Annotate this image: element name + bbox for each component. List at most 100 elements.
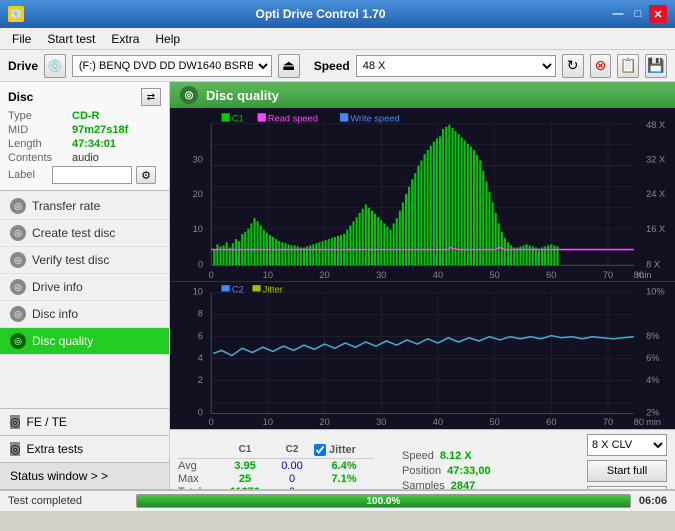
total-label: Total [178,486,218,489]
chart1-container: 0 10 20 30 0 10 20 30 40 50 60 70 80 min [170,108,675,282]
svg-text:60: 60 [546,270,556,280]
svg-text:10: 10 [193,224,203,234]
svg-text:30: 30 [193,154,203,164]
status-time: 06:06 [639,495,667,507]
avg-jitter: 6.4% [314,460,374,472]
eject-button[interactable]: ⏏ [278,54,300,78]
avg-c1: 3.95 [220,460,270,472]
disc-quality-icon: ◎ [10,333,26,349]
svg-text:40: 40 [433,417,443,427]
col-c2: C2 [272,444,312,456]
start-full-button[interactable]: Start full [587,460,667,482]
speed-selector[interactable]: 48 X [356,55,556,77]
minimize-button[interactable]: — [609,5,627,23]
sidebar-item-fe-te[interactable]: ◎ FE / TE [0,408,169,436]
sidebar-item-label: Drive info [32,280,83,294]
chart2-container: 0 2 4 6 8 10 0 10 20 30 40 50 60 70 80 [170,282,675,429]
svg-text:40: 40 [433,270,443,280]
verify-test-disc-icon: ◎ [10,252,26,268]
sidebar: Disc ⇄ Type CD-R MID 97m27s18f Length 47… [0,82,170,489]
drive-label: Drive [8,59,38,73]
col-empty [178,444,218,456]
svg-text:70: 70 [603,270,613,280]
menubar: File Start test Extra Help [0,28,675,50]
svg-text:8%: 8% [646,331,659,341]
avg-label: Avg [178,460,218,472]
close-button[interactable]: ✕ [649,5,667,23]
sidebar-item-label: Disc info [32,307,78,321]
svg-text:32 X: 32 X [646,154,666,164]
copy-button[interactable]: 📋 [617,54,639,78]
extra-tests-icon: ◎ [10,442,20,456]
disc-info-icon: ◎ [10,306,26,322]
sidebar-item-label: Transfer rate [32,199,100,213]
sidebar-item-drive-info[interactable]: ◎ Drive info [0,274,169,301]
disc-quality-header: ◎ Disc quality [170,82,675,108]
app-title: Opti Drive Control 1.70 [32,7,609,21]
disc-quality-title: Disc quality [206,88,279,103]
drive-selector[interactable]: (F:) BENQ DVD DD DW1640 BSRB [72,55,272,77]
extra-tests-label: Extra tests [26,442,83,456]
sidebar-item-create-test-disc[interactable]: ◎ Create test disc [0,220,169,247]
svg-text:Write speed: Write speed [350,114,399,124]
total-c1: 11270 [220,486,270,489]
sidebar-item-label: Create test disc [32,226,115,240]
clv-selector[interactable]: 8 X CLV [587,434,667,456]
sidebar-item-transfer-rate[interactable]: ◎ Transfer rate [0,193,169,220]
maximize-button[interactable]: □ [629,5,647,23]
svg-text:20: 20 [193,189,203,199]
sidebar-item-disc-info[interactable]: ◎ Disc info [0,301,169,328]
refresh-button[interactable]: ↻ [562,54,584,78]
menu-file[interactable]: File [4,30,39,48]
disc-quality-icon-header: ◎ [180,86,198,104]
svg-text:6: 6 [198,331,203,341]
disc-info-panel: Disc ⇄ Type CD-R MID 97m27s18f Length 47… [0,82,169,191]
progress-label: 100.0% [366,496,400,507]
svg-text:10: 10 [263,417,273,427]
max-c2: 0 [272,473,312,485]
drive-icon: 💿 [44,54,66,78]
sidebar-item-extra-tests[interactable]: ◎ Extra tests [0,436,169,462]
drive-info-icon: ◎ [10,279,26,295]
svg-text:70: 70 [603,417,613,427]
total-c2: 0 [272,486,312,489]
svg-text:C2: C2 [232,284,244,294]
position-label: Position [402,465,441,477]
transfer-rate-icon: ◎ [10,198,26,214]
sidebar-item-disc-quality[interactable]: ◎ Disc quality [0,328,169,355]
svg-text:50: 50 [489,270,499,280]
mid-label: MID [8,124,68,136]
menu-start-test[interactable]: Start test [39,30,103,48]
mid-value: 97m27s18f [72,124,128,136]
max-label: Max [178,473,218,485]
save-button[interactable]: 💾 [645,54,667,78]
fe-te-label: FE / TE [26,415,66,429]
speed-value: 8.12 X [440,450,472,462]
position-value: 47:33,00 [447,465,490,477]
max-jitter: 7.1% [314,473,374,485]
app-icon: 💿 [8,6,24,22]
col-c1: C1 [220,444,270,456]
svg-text:Read speed: Read speed [268,114,318,124]
disc-eject-button[interactable]: ⇄ [141,88,161,106]
disc-label-input[interactable] [52,166,132,184]
svg-text:min: min [646,417,661,427]
disc-label-label: Label [8,169,48,181]
start-part-button[interactable]: Start part [587,486,667,489]
label-settings-icon[interactable]: ⚙ [136,166,156,184]
right-controls: 8 X CLV Start full Start part [587,434,667,489]
status-window-button[interactable]: Status window > > [0,462,169,489]
menu-help[interactable]: Help [147,30,188,48]
jitter-checkbox[interactable] [314,444,326,456]
svg-text:30: 30 [376,417,386,427]
sidebar-item-verify-test-disc[interactable]: ◎ Verify test disc [0,247,169,274]
erase-button[interactable]: ⊗ [590,54,612,78]
jitter-check[interactable]: Jitter [314,444,374,456]
create-test-disc-icon: ◎ [10,225,26,241]
svg-text:0: 0 [209,417,214,427]
speed-label: Speed [314,59,350,73]
svg-text:0: 0 [198,408,203,418]
menu-extra[interactable]: Extra [103,30,147,48]
svg-text:Jitter: Jitter [263,284,283,294]
charts-area: 0 10 20 30 0 10 20 30 40 50 60 70 80 min [170,108,675,429]
